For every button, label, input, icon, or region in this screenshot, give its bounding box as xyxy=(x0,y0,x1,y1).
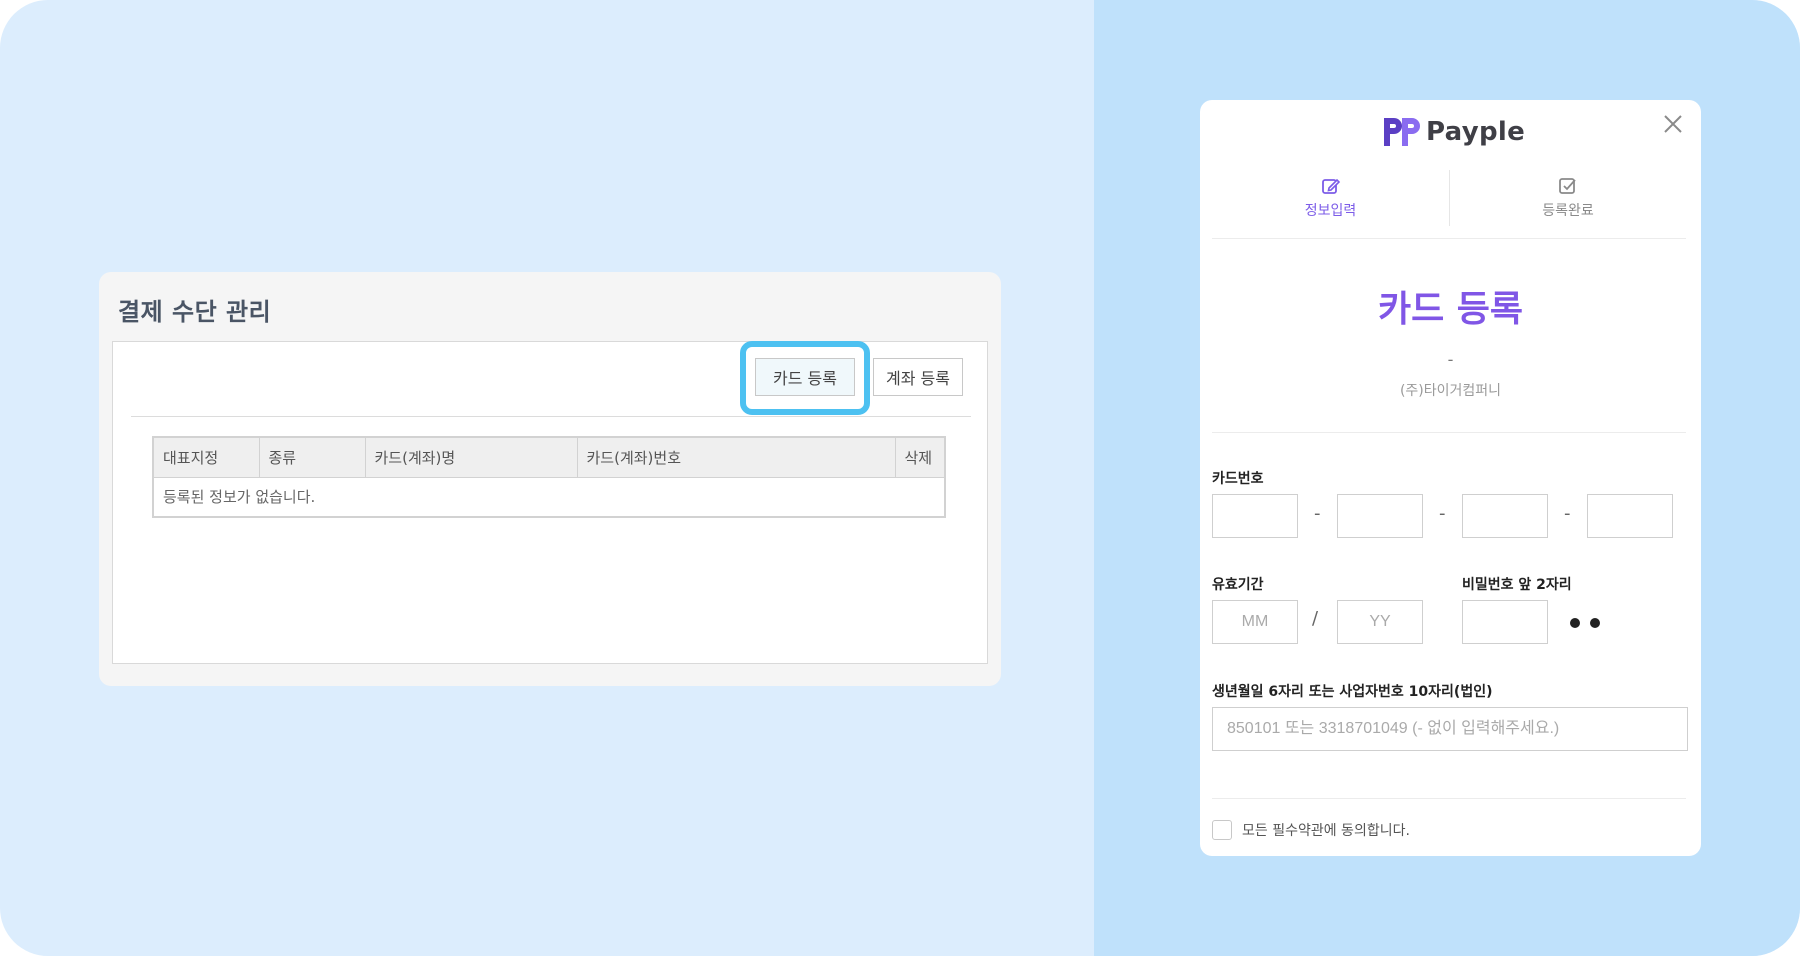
payment-method-card: 결제 수단 관리 카드 등록 계좌 등록 대표지정 종류 카드(계좌)명 카드(… xyxy=(99,272,1001,686)
card-number-input-1[interactable] xyxy=(1212,494,1298,538)
column-header: 카드(계좌)번호 xyxy=(577,437,896,478)
divider xyxy=(1212,238,1686,239)
agree-all-checkbox[interactable] xyxy=(1212,820,1232,840)
column-header: 카드(계좌)명 xyxy=(365,437,578,478)
separator: - xyxy=(1564,503,1571,524)
close-icon[interactable] xyxy=(1661,112,1685,136)
divider xyxy=(131,416,971,417)
check-square-icon xyxy=(1559,178,1576,194)
merchant-name: (주)타이거컴퍼니 xyxy=(1399,383,1502,399)
step-indicator: 정보입력 등록완료 xyxy=(1212,170,1686,238)
screen-frame: 결제 수단 관리 카드 등록 계좌 등록 대표지정 종류 카드(계좌)명 카드(… xyxy=(0,0,1800,956)
step-label: 등록완료 xyxy=(1542,203,1594,219)
payple-logo-icon xyxy=(1384,118,1420,146)
masked-digit-dot xyxy=(1590,618,1600,628)
divider xyxy=(1212,432,1686,433)
expiry-label: 유효기간 xyxy=(1212,577,1264,593)
card-number-input-3[interactable] xyxy=(1462,494,1548,538)
payment-method-table: 대표지정 종류 카드(계좌)명 카드(계좌)번호 삭제 등록된 정보가 없습니다… xyxy=(152,436,946,518)
expiry-year-input[interactable] xyxy=(1337,600,1423,644)
empty-message: 등록된 정보가 없습니다. xyxy=(163,488,316,507)
step-complete: 등록완료 xyxy=(1449,170,1686,226)
register-account-button[interactable]: 계좌 등록 xyxy=(873,358,963,396)
logo-text: Payple xyxy=(1426,117,1526,147)
birth-or-business-number-input[interactable] xyxy=(1212,707,1688,751)
register-card-button[interactable]: 카드 등록 xyxy=(755,358,855,396)
agree-all-label: 모든 필수약관에 동의합니다. xyxy=(1242,823,1410,839)
modal-title: 카드 등록 xyxy=(1377,289,1523,330)
masked-digit-dot xyxy=(1570,618,1580,628)
payment-method-panel: 카드 등록 계좌 등록 대표지정 종류 카드(계좌)명 카드(계좌)번호 삭제 … xyxy=(112,341,988,664)
separator: - xyxy=(1439,503,1446,524)
card-number-label: 카드번호 xyxy=(1212,471,1264,487)
step-label: 정보입력 xyxy=(1304,203,1357,219)
divider xyxy=(1212,798,1686,799)
table-header-row: 대표지정 종류 카드(계좌)명 카드(계좌)번호 삭제 xyxy=(153,437,945,478)
edit-icon xyxy=(1321,178,1340,194)
table-row: 등록된 정보가 없습니다. xyxy=(153,477,945,517)
column-header: 종류 xyxy=(259,437,366,478)
card-registration-modal: Payple 정보입력 등록완료 카드 등록 - (주)타이거컴퍼니 카드번호 … xyxy=(1200,100,1701,856)
agree-all-row[interactable]: 모든 필수약관에 동의합니다. xyxy=(1212,820,1410,840)
payple-logo: Payple xyxy=(1382,116,1525,148)
step-info-input: 정보입력 xyxy=(1212,170,1449,226)
password-prefix-input[interactable] xyxy=(1462,600,1548,644)
page-title: 결제 수단 관리 xyxy=(118,298,272,326)
card-number-input-4[interactable] xyxy=(1587,494,1673,538)
column-header: 삭제 xyxy=(895,437,945,478)
card-number-input-2[interactable] xyxy=(1337,494,1423,538)
password-label: 비밀번호 앞 2자리 xyxy=(1462,577,1572,593)
column-header: 대표지정 xyxy=(153,437,260,478)
birth-label: 생년월일 6자리 또는 사업자번호 10자리(법인) xyxy=(1212,684,1493,700)
separator: - xyxy=(1314,503,1321,524)
expiry-month-input[interactable] xyxy=(1212,600,1298,644)
expiry-separator: / xyxy=(1312,608,1319,629)
product-dash: - xyxy=(1447,350,1454,369)
